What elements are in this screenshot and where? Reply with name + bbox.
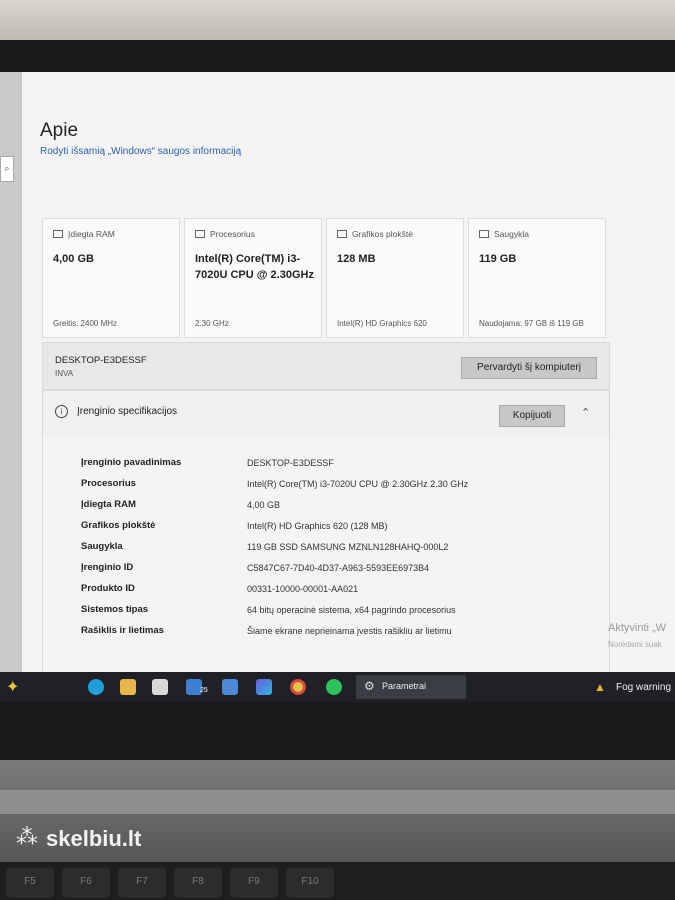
watermark-text: skelbiu.lt	[46, 826, 142, 851]
spec-row: Sistemos tipas 64 bitų operacinė sistema,…	[43, 604, 609, 622]
ram-card: Įdiegta RAM 4,00 GB Greitis: 2400 MHz	[42, 218, 180, 338]
spec-key: Įrenginio ID	[81, 562, 134, 573]
spec-row: Procesorius Intel(R) Core(TM) i3-7020U CP…	[43, 478, 609, 496]
card-label: Procesorius	[210, 229, 255, 239]
spec-row: Saugykla 119 GB SSD SAMSUNG MZNLN128HAHQ-…	[43, 541, 609, 559]
graphics-card: Grafikos plokštė 128 MB Intel(R) HD Grap…	[326, 218, 464, 338]
chevron-up-icon[interactable]: ⌃	[581, 406, 590, 419]
spec-key: Saugykla	[81, 541, 123, 552]
activate-windows-title: Aktyvinti „W	[608, 622, 667, 634]
spec-row: Įdiegta RAM 4,00 GB	[43, 499, 609, 517]
file-explorer-icon[interactable]	[120, 679, 136, 695]
key: F5	[6, 868, 54, 898]
spec-key: Grafikos plokštė	[81, 520, 156, 531]
warning-icon[interactable]: ▲	[594, 680, 606, 694]
spec-value: C5847C67-7D40-4D37-A963-5593EE6973B4	[247, 563, 430, 573]
card-value: 119 GB	[479, 253, 517, 265]
spec-key: Sistemos tipas	[81, 604, 149, 615]
page-title: Apie	[40, 120, 79, 141]
cpu-icon	[195, 230, 205, 238]
processor-card: Procesorius Intel(R) Core(TM) i3-7020U C…	[184, 218, 322, 338]
spec-value: DESKTOP-E3DESSF	[247, 458, 334, 468]
taskbar: ✦ 25 ⚙ Parametrai ▲ Fog warning	[0, 672, 675, 702]
spec-value: 4,00 GB	[247, 500, 281, 510]
spec-value: Intel(R) Core(TM) i3-7020U CPU @ 2.30GHz…	[247, 479, 469, 489]
weather-widget[interactable]: Fog warning	[616, 682, 671, 693]
card-label: Įdiegta RAM	[68, 229, 115, 239]
background-wall	[0, 0, 675, 44]
card-label: Saugykla	[494, 229, 529, 239]
settings-taskbar-button[interactable]: ⚙ Parametrai	[356, 675, 466, 699]
gear-icon: ⚙	[364, 679, 375, 693]
spec-value: Intel(R) HD Graphics 620 (128 MB)	[247, 521, 388, 531]
spec-row: Įrenginio ID C5847C67-7D40-4D37-A963-5593…	[43, 562, 609, 580]
device-owner: INVA	[55, 369, 74, 378]
ram-icon	[53, 230, 63, 238]
mail-badge: 25	[200, 687, 208, 694]
spotify-icon[interactable]	[326, 679, 342, 695]
search-icon[interactable]: ⌕	[0, 156, 14, 182]
card-footer: Naudojama: 97 GB iš 119 GB	[479, 319, 584, 328]
laptop-hinge	[0, 790, 675, 814]
spec-row: Rašiklis ir lietimas Šiame ekrane nepriei…	[43, 625, 609, 643]
device-name: DESKTOP-E3DESSF	[55, 355, 147, 366]
device-specs-header[interactable]: i Įrenginio specifikacijos Kopijuoti ⌃	[42, 390, 610, 436]
rename-pc-button[interactable]: Pervardyti šį kompiuterį	[461, 357, 597, 379]
card-value: 128 MB	[337, 253, 376, 265]
spec-key: Produkto ID	[81, 583, 135, 594]
settings-taskbar-label: Parametrai	[382, 681, 427, 691]
spec-key: Įdiegta RAM	[81, 499, 136, 510]
spec-value: Šiame ekrane neprieinama įvestis rašikli…	[247, 626, 452, 636]
gpu-icon	[337, 230, 347, 238]
card-label: Grafikos plokštė	[352, 229, 413, 239]
security-info-link[interactable]: Rodyti išsamią „Windows“ saugos informac…	[40, 146, 241, 157]
key: F9	[230, 868, 278, 898]
settings-nav-strip: ⌕	[0, 72, 23, 672]
spec-row: Įrenginio pavadinimas DESKTOP-E3DESSF	[43, 457, 609, 475]
spec-key: Įrenginio pavadinimas	[81, 457, 182, 468]
key: F7	[118, 868, 166, 898]
about-page: Apie Rodyti išsamią „Windows“ saugos inf…	[22, 72, 675, 675]
copilot-icon[interactable]	[256, 679, 272, 695]
screen: ⌕ Apie Rodyti išsamią „Windows“ saugos i…	[0, 72, 675, 702]
info-icon: i	[55, 405, 68, 418]
watermark-logo-icon: ⁂	[16, 824, 38, 849]
spec-value: 119 GB SSD SAMSUNG MZNLN128HAHQ-000L2	[247, 542, 449, 552]
edge-icon[interactable]	[88, 679, 104, 695]
key: F6	[62, 868, 110, 898]
card-footer: Greitis: 2400 MHz	[53, 319, 118, 328]
device-name-bar: DESKTOP-E3DESSF INVA Pervardyti šį kompi…	[42, 342, 610, 390]
copy-button[interactable]: Kopijuoti	[499, 405, 565, 427]
card-value: Intel(R) Core(TM) i3-7020U CPU @ 2.30GHz	[195, 253, 314, 281]
spec-key: Rašiklis ir lietimas	[81, 625, 164, 636]
copilot-sparkle-icon[interactable]: ✦	[6, 677, 19, 697]
calculator-icon[interactable]	[222, 679, 238, 695]
card-footer: 2.30 GHz	[195, 319, 229, 328]
card-footer: Intel(R) HD Graphics 620	[337, 319, 427, 328]
device-specs-title: Įrenginio specifikacijos	[77, 406, 178, 417]
device-specs-body: Įrenginio pavadinimas DESKTOP-E3DESSF Pro…	[42, 435, 610, 675]
spec-key: Procesorius	[81, 478, 136, 489]
card-value: 4,00 GB	[53, 253, 94, 265]
spec-row: Produkto ID 00331-10000-00001-AA021	[43, 583, 609, 601]
storage-icon	[479, 230, 489, 238]
spec-value: 64 bitų operacinė sistema, x64 pagrindo …	[247, 605, 456, 615]
storage-card: Saugykla 119 GB Naudojama: 97 GB iš 119 …	[468, 218, 606, 338]
store-icon[interactable]	[152, 679, 168, 695]
spec-row: Grafikos plokštė Intel(R) HD Graphics 620…	[43, 520, 609, 538]
activate-windows-subtitle: Norėdami suak	[608, 640, 662, 649]
chrome-icon[interactable]	[290, 679, 306, 695]
key: F8	[174, 868, 222, 898]
spec-value: 00331-10000-00001-AA021	[247, 584, 359, 594]
key: F10	[286, 868, 334, 898]
